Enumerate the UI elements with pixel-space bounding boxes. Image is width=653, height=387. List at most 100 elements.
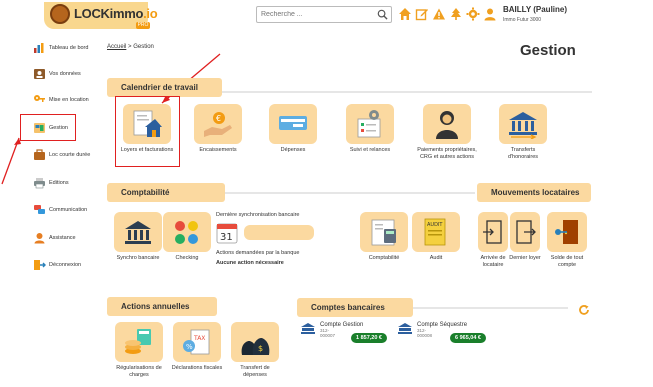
breadcrumb-separator: > [128,44,132,50]
sidebar-item-data[interactable]: Vos données [33,66,113,82]
accounting-icon [371,219,396,246]
tile-box [163,212,211,252]
tile-dernier-loyer[interactable]: Dernier loyer [507,212,543,262]
door-enter-icon [483,220,502,244]
tile-label: Transferts d'honoraires [507,147,539,160]
keys-icon [34,95,45,102]
door-key-icon [555,220,578,244]
svg-text:€: € [216,114,221,123]
section-title-mouvements: Mouvements locataires [477,183,591,202]
data-icon [34,69,45,79]
section-divider [222,91,592,93]
user-name[interactable]: BAILLY (Pauline) [503,5,567,14]
tile-label: Synchro bancaire [116,255,160,261]
sidebar-item-short-rental[interactable]: Loc courte durée [33,147,113,163]
search-box [256,6,392,23]
section-title-banque: Comptes bancaires [297,298,413,317]
tile-declarations-fiscales[interactable]: TAX % Déclarations fiscales [170,322,224,372]
sidebar-item-dashboard[interactable]: Tableau de bord [33,40,113,56]
tree-icon[interactable] [449,7,463,21]
tile-audit[interactable]: AUDIT Audit [412,212,460,262]
tile-label: Suivi et relances [349,147,391,153]
sidebar-item-label: Editions [49,180,69,186]
bank-actions-title: Actions demandées par la banque [216,250,300,256]
mascot-icon [50,4,70,24]
user-icon[interactable] [483,7,497,21]
sidebar-item-label: Mise en location [49,97,89,103]
chat-icon [34,205,45,214]
sidebar-item-communication[interactable]: Communication [33,202,113,218]
calendar-icon: 31 [216,223,238,244]
warning-icon[interactable] [432,7,446,21]
tile-label: Checking [175,255,199,261]
sidebar-item-label: Tableau de bord [49,45,89,51]
tile-encaissements[interactable]: € Encaissements [190,104,246,154]
tile-label: Comptabilité [368,255,400,261]
tile-box: € [194,104,242,144]
bank-account-balance: 1 857,20 € [351,333,387,343]
page-title: Gestion [520,42,576,59]
sidebar-item-label: Communication [49,207,88,213]
tile-synchro-bancaire[interactable]: Synchro bancaire [112,212,164,262]
search-input[interactable] [257,7,369,22]
tile-transfert-depenses[interactable]: $ Transfert de dépenses [228,322,282,379]
tile-depenses[interactable]: Dépenses [265,104,321,154]
tile-suivi-relances[interactable]: Suivi et relances [342,104,398,154]
section-title-calendrier: Calendrier de travail [107,78,222,97]
tile-box: AUDIT [412,212,460,252]
tile-box [269,104,317,144]
tile-paiements-proprietaires[interactable]: Paiements propriétaires, CRG et autres a… [415,104,479,161]
audit-icon: AUDIT [424,218,446,246]
sidebar-item-label: Loc courte durée [49,152,91,158]
tile-checking[interactable]: Checking [163,212,211,262]
tax-icon: TAX % [183,329,210,355]
dashboard-icon [34,43,44,53]
owner-icon [436,111,458,139]
sidebar-item-editions[interactable]: Editions [33,175,113,191]
bank-account-balance: 6 965,04 € [450,333,486,343]
payment-hand-icon: € [204,112,232,137]
logo-badge: PRO [136,22,150,29]
tile-box: $ [231,322,279,362]
tile-transferts-honoraires[interactable]: Transferts d'honoraires [495,104,551,161]
bank-actions-value: Aucune action nécessaire [216,260,284,266]
edit-icon[interactable] [415,7,429,21]
refresh-icon[interactable] [578,304,590,316]
tile-regularisations-charges[interactable]: Régularisations de charges [112,322,166,379]
svg-text:TAX: TAX [193,335,205,342]
user-company: Immo Futur 3000 [503,17,542,23]
door-exit-icon [516,220,536,244]
money-bags-icon: $ [241,338,270,355]
header: LOCKimmo.io PRO Recherche ... BAILLY (Pa… [0,0,653,30]
app-logo[interactable]: LOCKimmo.io PRO [44,2,158,29]
sidebar-item-logout[interactable]: Déconnexion [33,257,113,273]
home-icon[interactable] [398,7,412,21]
tile-box [114,212,162,252]
section-title-comptabilite: Comptabilité [107,183,225,202]
tile-label: Paiements propriétaires, CRG et autres a… [417,147,477,160]
settings-icon[interactable] [466,7,480,21]
tile-box [499,104,547,144]
svg-text:$: $ [258,344,263,353]
breadcrumb-current: Gestion [133,44,154,50]
sidebar-item-label: Vos données [49,71,81,77]
sidebar-item-rental[interactable]: Mise en location [33,92,113,108]
tile-comptabilite[interactable]: Comptabilité [358,212,410,262]
short-rental-icon [34,149,45,160]
tile-solde-tout-compte[interactable]: Solde de tout compte [543,212,591,269]
section-title-annuelles: Actions annuelles [107,297,217,316]
tile-label: Déclarations fiscales [171,365,223,371]
breadcrumb: Accueil > Gestion [107,44,154,50]
bank-transfer-icon [509,112,537,139]
calendar-day: 31 [220,232,233,243]
breadcrumb-home[interactable]: Accueil [107,44,126,50]
tile-label: Dernier loyer [509,255,541,261]
sidebar-item-assistance[interactable]: Assistance [33,230,113,246]
tile-box [360,212,408,252]
sync-title: Dernière synchronisation bancaire [216,212,300,218]
search-icon[interactable] [377,9,388,20]
sidebar-item-label: Déconnexion [49,262,82,268]
tile-box [346,104,394,144]
support-icon [34,233,45,244]
tile-label: Solde de tout compte [550,255,584,268]
